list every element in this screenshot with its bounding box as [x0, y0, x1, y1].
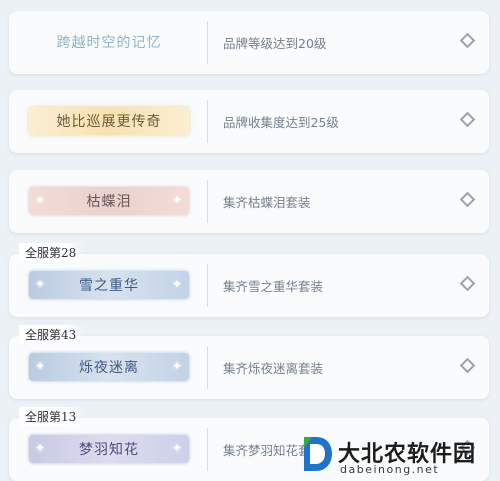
achievement-title: 梦羽知花 [79, 442, 139, 458]
achievement-title: 跨越时空的记忆 [56, 35, 162, 51]
sparkle-icon: ✦ [171, 277, 183, 291]
achievement-title-plaque: ✦ 烁夜迷离 ✦ [29, 353, 189, 381]
divider [207, 428, 208, 471]
diamond-icon[interactable] [459, 275, 476, 292]
rank-badge: 全服第43 [19, 325, 85, 344]
achievement-requirement: 集齐雪之重华套装 [223, 279, 324, 294]
achievement-title: 烁夜迷离 [79, 360, 139, 376]
diamond-icon[interactable] [459, 32, 476, 49]
achievement-title: 雪之重华 [79, 278, 139, 294]
achievement-card[interactable]: 全服第43 ✦ 烁夜迷离 ✦ 集齐烁夜迷离套装 [9, 325, 489, 399]
sparkle-icon: ✦ [35, 359, 47, 373]
rank-badge: 全服第28 [19, 243, 85, 262]
achievement-title: 她比巡展更传奇 [56, 114, 162, 130]
achievement-title-plaque: 她比巡展更传奇 [29, 107, 189, 135]
achievement-title-plaque: ✦ 雪之重华 ✦ [29, 271, 189, 299]
achievement-card[interactable]: ✦ 枯蝶泪 ✦ 集齐枯蝶泪套装 [9, 170, 489, 233]
achievement-requirement: 集齐枯蝶泪套装 [223, 195, 311, 210]
achievement-card[interactable]: 全服第28 ✦ 雪之重华 ✦ 集齐雪之重华套装 [9, 243, 489, 317]
watermark-url: dabeinong.net [340, 463, 440, 476]
achievement-title: 枯蝶泪 [86, 194, 132, 210]
divider [207, 264, 208, 307]
sparkle-icon: ✦ [171, 441, 183, 455]
sparkle-icon: ✦ [171, 193, 183, 207]
sparkle-icon: ✦ [35, 441, 47, 455]
achievement-title-plaque: ✦ 梦羽知花 ✦ [29, 435, 189, 463]
divider [207, 21, 208, 64]
achievement-requirement: 品牌等级达到20级 [223, 36, 327, 51]
achievement-title-plaque: ✦ 枯蝶泪 ✦ [29, 187, 189, 215]
achievement-requirement: 品牌收集度达到25级 [223, 115, 339, 130]
divider [207, 100, 208, 143]
achievement-card[interactable]: 跨越时空的记忆 品牌等级达到20级 [9, 11, 489, 74]
divider [207, 180, 208, 223]
sparkle-icon: ✦ [35, 193, 47, 207]
sparkle-icon: ✦ [35, 277, 47, 291]
achievement-card[interactable]: 她比巡展更传奇 品牌收集度达到25级 [9, 90, 489, 153]
rank-badge: 全服第13 [19, 407, 85, 426]
divider [207, 346, 208, 389]
logo-icon [304, 437, 332, 471]
diamond-icon[interactable] [459, 111, 476, 128]
diamond-icon[interactable] [459, 357, 476, 374]
watermark: 大北农软件园 dabeinong.net [300, 432, 500, 481]
sparkle-icon: ✦ [171, 359, 183, 373]
achievement-requirement: 集齐烁夜迷离套装 [223, 361, 324, 376]
diamond-icon[interactable] [459, 191, 476, 208]
